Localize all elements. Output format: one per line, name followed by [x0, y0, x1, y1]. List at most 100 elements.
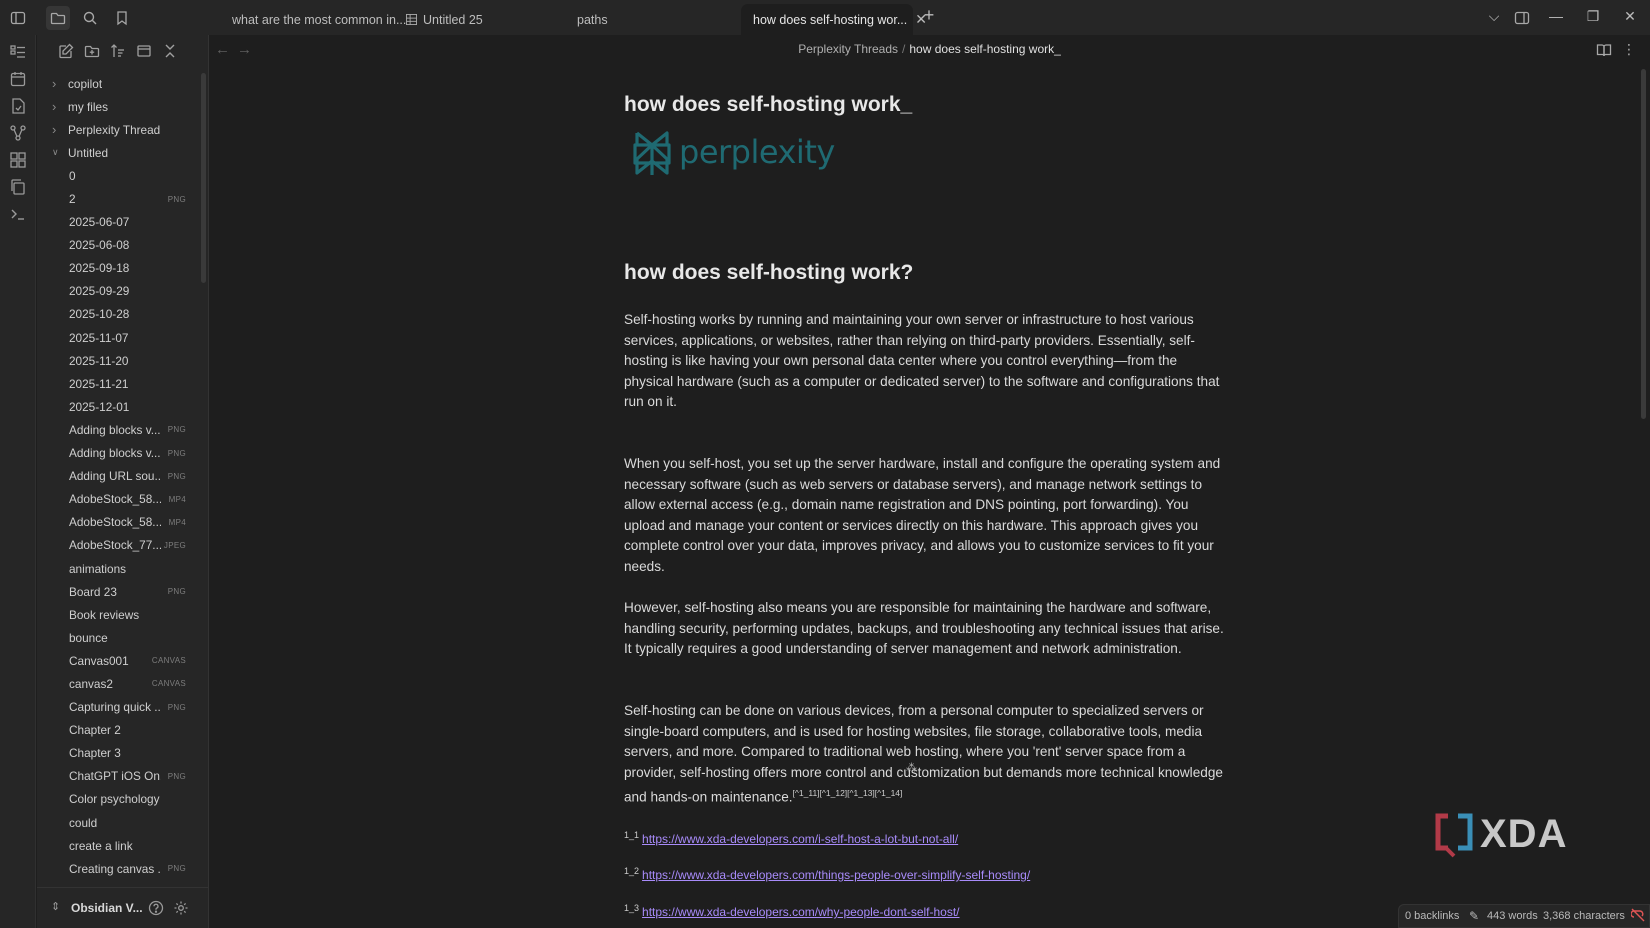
paragraph-2[interactable]: When you self-host, you set up the serve… — [624, 454, 1224, 578]
chevron-right-icon[interactable]: › — [52, 122, 62, 137]
sidebar-scrollbar[interactable] — [201, 73, 206, 283]
terminal-icon[interactable] — [9, 205, 27, 223]
footnote-url[interactable]: https://www.xda-developers.com/things-pe… — [642, 868, 1030, 882]
vault-name[interactable]: Obsidian V... — [71, 901, 143, 915]
dashboard-icon[interactable] — [9, 43, 27, 61]
tree-file[interactable]: canvas2 CANVAS — [37, 672, 197, 695]
tree-item-label: Chapter 2 — [69, 723, 121, 738]
tree-file[interactable]: bounce — [37, 626, 197, 649]
note-content[interactable]: how does self-hosting work_ perplexity h… — [624, 91, 1234, 919]
heading-1[interactable]: how does self-hosting work? — [624, 261, 913, 285]
tree-file[interactable]: Canvas001 CANVAS — [37, 649, 197, 672]
file-sync-icon[interactable] — [9, 97, 27, 115]
tree-file[interactable]: Adding URL sou... PNG — [37, 465, 197, 488]
collapse-all-icon[interactable] — [162, 43, 180, 61]
vault-chevron-icon[interactable]: ⇕ — [51, 900, 60, 913]
footnote-references[interactable]: [^1_11][^1_12][^1_13][^1_14] — [793, 788, 903, 798]
chevron-down-icon[interactable]: ⌵ — [1484, 8, 1504, 25]
chevron-right-icon[interactable]: › — [52, 99, 62, 114]
note-title[interactable]: how does self-hosting work_ — [624, 91, 1234, 119]
restore-icon[interactable]: ❐ — [1583, 8, 1603, 25]
reading-view-icon[interactable] — [1596, 42, 1612, 58]
minimize-icon[interactable]: — — [1546, 8, 1566, 24]
tree-file[interactable]: 2025-11-07 — [37, 326, 197, 349]
right-sidebar-toggle-icon[interactable] — [1510, 6, 1534, 30]
chevron-right-icon[interactable]: › — [52, 76, 62, 91]
tree-file[interactable]: Adding blocks v... PNG — [37, 418, 197, 441]
file-extension-badge: MP4 — [168, 494, 186, 504]
tree-folder[interactable]: › my files — [37, 95, 197, 118]
help-icon[interactable] — [148, 900, 164, 916]
more-options-icon[interactable]: ⋮ — [1621, 42, 1637, 58]
folder-icon[interactable] — [46, 6, 70, 30]
tree-file[interactable]: Adding blocks v... PNG — [37, 442, 197, 465]
tree-file[interactable]: 2025-12-01 — [37, 395, 197, 418]
tree-file[interactable]: Capturing quick ... PNG — [37, 696, 197, 719]
bookmark-icon[interactable] — [110, 6, 134, 30]
tree-file[interactable]: AdobeStock_58... MP4 — [37, 488, 197, 511]
perplexity-logo-icon — [633, 131, 671, 175]
copy-icon[interactable] — [9, 178, 27, 196]
tree-file[interactable]: Chapter 3 — [37, 742, 197, 765]
editor-scrollbar[interactable] — [1641, 69, 1646, 419]
tree-file[interactable]: Chapter 2 — [37, 719, 197, 742]
tree-item-label: 0 — [69, 168, 76, 183]
tree-file[interactable]: 2025-10-28 — [37, 303, 197, 326]
new-folder-icon[interactable] — [84, 43, 102, 61]
graph-icon[interactable] — [9, 124, 27, 142]
footnote-link-3: 1_3 https://www.xda-developers.com/why-pe… — [624, 903, 960, 919]
tree-folder[interactable]: › Perplexity Threads — [37, 118, 197, 141]
chevron-down-icon[interactable]: ∨ — [52, 147, 62, 158]
search-icon[interactable] — [78, 6, 102, 30]
collapse-view-icon[interactable] — [136, 43, 154, 61]
tree-file[interactable]: 2025-11-21 — [37, 372, 197, 395]
tree-file[interactable]: 2025-09-29 — [37, 280, 197, 303]
paragraph-4[interactable]: Self-hosting can be done on various devi… — [624, 701, 1224, 809]
tab-2[interactable]: Untitled 25 — [394, 4, 495, 35]
sort-icon[interactable] — [110, 43, 128, 61]
tree-item-label: Board 23 — [69, 584, 117, 599]
tree-folder[interactable]: › copilot — [37, 72, 197, 95]
tree-file[interactable]: 2025-06-08 — [37, 234, 197, 257]
sync-error-icon[interactable] — [1630, 908, 1645, 925]
tree-file[interactable]: create a link — [37, 834, 197, 857]
tree-file[interactable]: 2025-06-07 — [37, 211, 197, 234]
tree-file[interactable]: AdobeStock_58... MP4 — [37, 511, 197, 534]
footnote-url[interactable]: https://www.xda-developers.com/i-self-ho… — [642, 832, 958, 846]
tree-item-label: copilot — [68, 76, 103, 91]
tree-file[interactable]: animations — [37, 557, 197, 580]
tab-3[interactable]: paths — [565, 4, 620, 35]
tree-item-label: canvas2 — [69, 676, 113, 691]
tree-file[interactable]: Creating canvas ... PNG — [37, 857, 197, 880]
backlinks-count[interactable]: 0 backlinks — [1405, 910, 1459, 922]
edit-pencil-icon[interactable]: ✎ — [1469, 909, 1479, 923]
paragraph-4-text: Self-hosting can be done on various devi… — [624, 703, 1223, 805]
tree-file[interactable]: ChatGPT iOS On... PNG — [37, 765, 197, 788]
tab-4-active[interactable]: how does self-hosting wor... ✕ — [741, 4, 927, 35]
sidebar-toggle-icon[interactable] — [6, 6, 30, 30]
tree-folder[interactable]: ∨ Untitled — [37, 141, 197, 164]
paragraph-1[interactable]: Self-hosting works by running and mainta… — [624, 310, 1224, 413]
tree-file[interactable]: Book reviews — [37, 603, 197, 626]
file-explorer: › copilot › my files › Perplexity Threads ∨ Unt… — [37, 35, 209, 928]
tree-file[interactable]: could — [37, 811, 197, 834]
settings-gear-icon[interactable] — [173, 900, 189, 916]
tree-file[interactable]: 2025-09-18 — [37, 257, 197, 280]
calendar-icon[interactable] — [9, 70, 27, 88]
tree-file[interactable]: Board 23 PNG — [37, 580, 197, 603]
paragraph-3[interactable]: However, self-hosting also means you are… — [624, 598, 1224, 660]
breadcrumb-parent[interactable]: Perplexity Threads — [798, 42, 898, 56]
tree-file[interactable]: 2 PNG — [37, 187, 197, 210]
footnote-number: 1_1 — [624, 830, 640, 840]
breadcrumb-current[interactable]: how does self-hosting work_ — [909, 42, 1060, 56]
new-note-icon[interactable] — [58, 43, 76, 61]
tab-1[interactable]: what are the most common in... — [220, 4, 418, 35]
tree-file[interactable]: AdobeStock_77... JPEG — [37, 534, 197, 557]
footnote-url[interactable]: https://www.xda-developers.com/why-peopl… — [642, 905, 959, 919]
new-tab-icon[interactable]: + — [919, 5, 939, 26]
tree-file[interactable]: 2025-11-20 — [37, 349, 197, 372]
tree-file[interactable]: Color psychology — [37, 788, 197, 811]
close-window-icon[interactable]: ✕ — [1620, 8, 1640, 25]
blocks-icon[interactable] — [9, 151, 27, 169]
tree-file[interactable]: 0 — [37, 164, 197, 187]
